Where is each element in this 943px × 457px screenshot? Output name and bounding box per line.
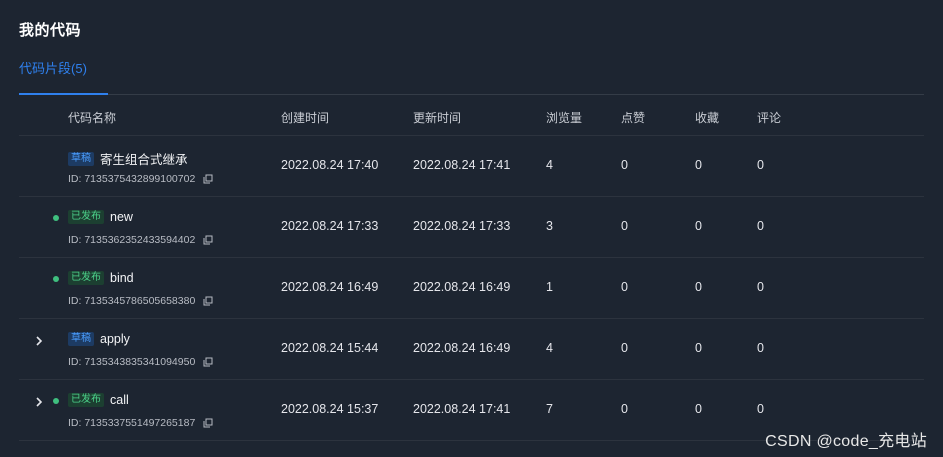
code-id: ID: 7135362352433594402 — [68, 234, 196, 246]
favorites-count: 0 — [695, 219, 702, 233]
updated-time: 2022.08.24 16:49 — [413, 341, 511, 355]
name-line: 已发布 bind — [68, 271, 134, 285]
copy-icon[interactable] — [203, 296, 213, 306]
status-dot-icon — [53, 276, 59, 282]
column-header-name: 代码名称 — [68, 111, 117, 125]
status-dot-icon — [53, 215, 59, 221]
code-name-link[interactable]: bind — [110, 271, 134, 285]
likes-count: 0 — [621, 219, 628, 233]
tab-count: (5) — [71, 61, 87, 76]
id-line: ID: 7135337551497265187 — [68, 417, 213, 429]
status-badge: 已发布 — [68, 271, 104, 285]
code-name-link[interactable]: apply — [100, 332, 130, 346]
column-header-created: 创建时间 — [281, 111, 330, 125]
tab-code-snippets[interactable]: 代码片段(5) — [19, 60, 95, 94]
likes-count: 0 — [621, 402, 628, 416]
status-dot-icon — [53, 398, 59, 404]
column-header-likes: 点赞 — [621, 111, 646, 125]
created-time: 2022.08.24 17:40 — [281, 158, 379, 172]
created-time: 2022.08.24 16:49 — [281, 280, 379, 294]
created-time: 2022.08.24 17:33 — [281, 219, 379, 233]
views-count: 3 — [546, 219, 553, 233]
favorites-count: 0 — [695, 341, 702, 355]
code-id: ID: 7135375432899100702 — [68, 173, 196, 185]
id-line: ID: 7135362352433594402 — [68, 234, 213, 246]
code-id: ID: 7135345786505658380 — [68, 295, 196, 307]
views-count: 1 — [546, 280, 553, 294]
likes-count: 0 — [621, 341, 628, 355]
id-line: ID: 7135375432899100702 — [68, 173, 213, 185]
name-line: 已发布 call — [68, 393, 129, 407]
updated-time: 2022.08.24 17:33 — [413, 219, 511, 233]
id-line: ID: 7135345786505658380 — [68, 295, 213, 307]
comments-count: 0 — [757, 158, 764, 172]
created-time: 2022.08.24 15:44 — [281, 341, 379, 355]
favorites-count: 0 — [695, 402, 702, 416]
status-badge: 已发布 — [68, 210, 104, 224]
code-name-link[interactable]: 寄生组合式继承 — [100, 149, 188, 168]
copy-icon[interactable] — [203, 418, 213, 428]
updated-time: 2022.08.24 16:49 — [413, 280, 511, 294]
views-count: 7 — [546, 402, 553, 416]
my-code-page: 我的代码 代码片段(5) 代码名称 创建时间 更新时间 浏览量 点赞 收藏 评论… — [0, 0, 943, 457]
status-badge: 草稿 — [68, 332, 94, 346]
name-line: 草稿 apply — [68, 332, 130, 346]
updated-time: 2022.08.24 17:41 — [413, 158, 511, 172]
code-id: ID: 7135343835341094950 — [68, 356, 196, 368]
status-badge: 草稿 — [68, 151, 94, 166]
tab-bar: 代码片段(5) — [19, 60, 924, 95]
comments-count: 0 — [757, 219, 764, 233]
table-row[interactable]: 已发布 new ID: 7135362352433594402 2022.08.… — [19, 197, 924, 258]
table-row[interactable]: 已发布 bind ID: 7135345786505658380 2022.08… — [19, 258, 924, 319]
comments-count: 0 — [757, 402, 764, 416]
column-header-updated: 更新时间 — [413, 111, 462, 125]
code-id: ID: 7135337551497265187 — [68, 417, 196, 429]
table-row[interactable]: 草稿 apply ID: 7135343835341094950 2022.08… — [19, 319, 924, 380]
status-badge: 已发布 — [68, 393, 104, 407]
table-row[interactable]: 草稿 寄生组合式继承 ID: 7135375432899100702 2022.… — [19, 136, 924, 197]
favorites-count: 0 — [695, 280, 702, 294]
likes-count: 0 — [621, 158, 628, 172]
name-line: 草稿 寄生组合式继承 — [68, 149, 188, 168]
favorites-count: 0 — [695, 158, 702, 172]
chevron-right-icon[interactable] — [33, 334, 45, 348]
table-header: 代码名称 创建时间 更新时间 浏览量 点赞 收藏 评论 — [19, 96, 924, 136]
code-snippets-table: 代码名称 创建时间 更新时间 浏览量 点赞 收藏 评论 草稿 寄生组合式继承 I… — [19, 96, 924, 441]
tab-active-indicator — [19, 93, 108, 95]
table-body: 草稿 寄生组合式继承 ID: 7135375432899100702 2022.… — [19, 136, 924, 441]
column-header-favorites: 收藏 — [695, 111, 720, 125]
name-line: 已发布 new — [68, 210, 133, 224]
watermark: CSDN @code_充电站 — [765, 433, 927, 450]
comments-count: 0 — [757, 280, 764, 294]
column-header-comments: 评论 — [757, 111, 782, 125]
updated-time: 2022.08.24 17:41 — [413, 402, 511, 416]
likes-count: 0 — [621, 280, 628, 294]
code-name-link[interactable]: call — [110, 393, 129, 407]
views-count: 4 — [546, 158, 553, 172]
page-title: 我的代码 — [19, 22, 82, 39]
code-name-link[interactable]: new — [110, 210, 133, 224]
copy-icon[interactable] — [203, 174, 213, 184]
column-header-views: 浏览量 — [546, 111, 583, 125]
views-count: 4 — [546, 341, 553, 355]
copy-icon[interactable] — [203, 235, 213, 245]
tab-label: 代码片段 — [19, 61, 72, 76]
chevron-right-icon[interactable] — [33, 395, 45, 409]
created-time: 2022.08.24 15:37 — [281, 402, 379, 416]
copy-icon[interactable] — [203, 357, 213, 367]
id-line: ID: 7135343835341094950 — [68, 356, 213, 368]
comments-count: 0 — [757, 341, 764, 355]
